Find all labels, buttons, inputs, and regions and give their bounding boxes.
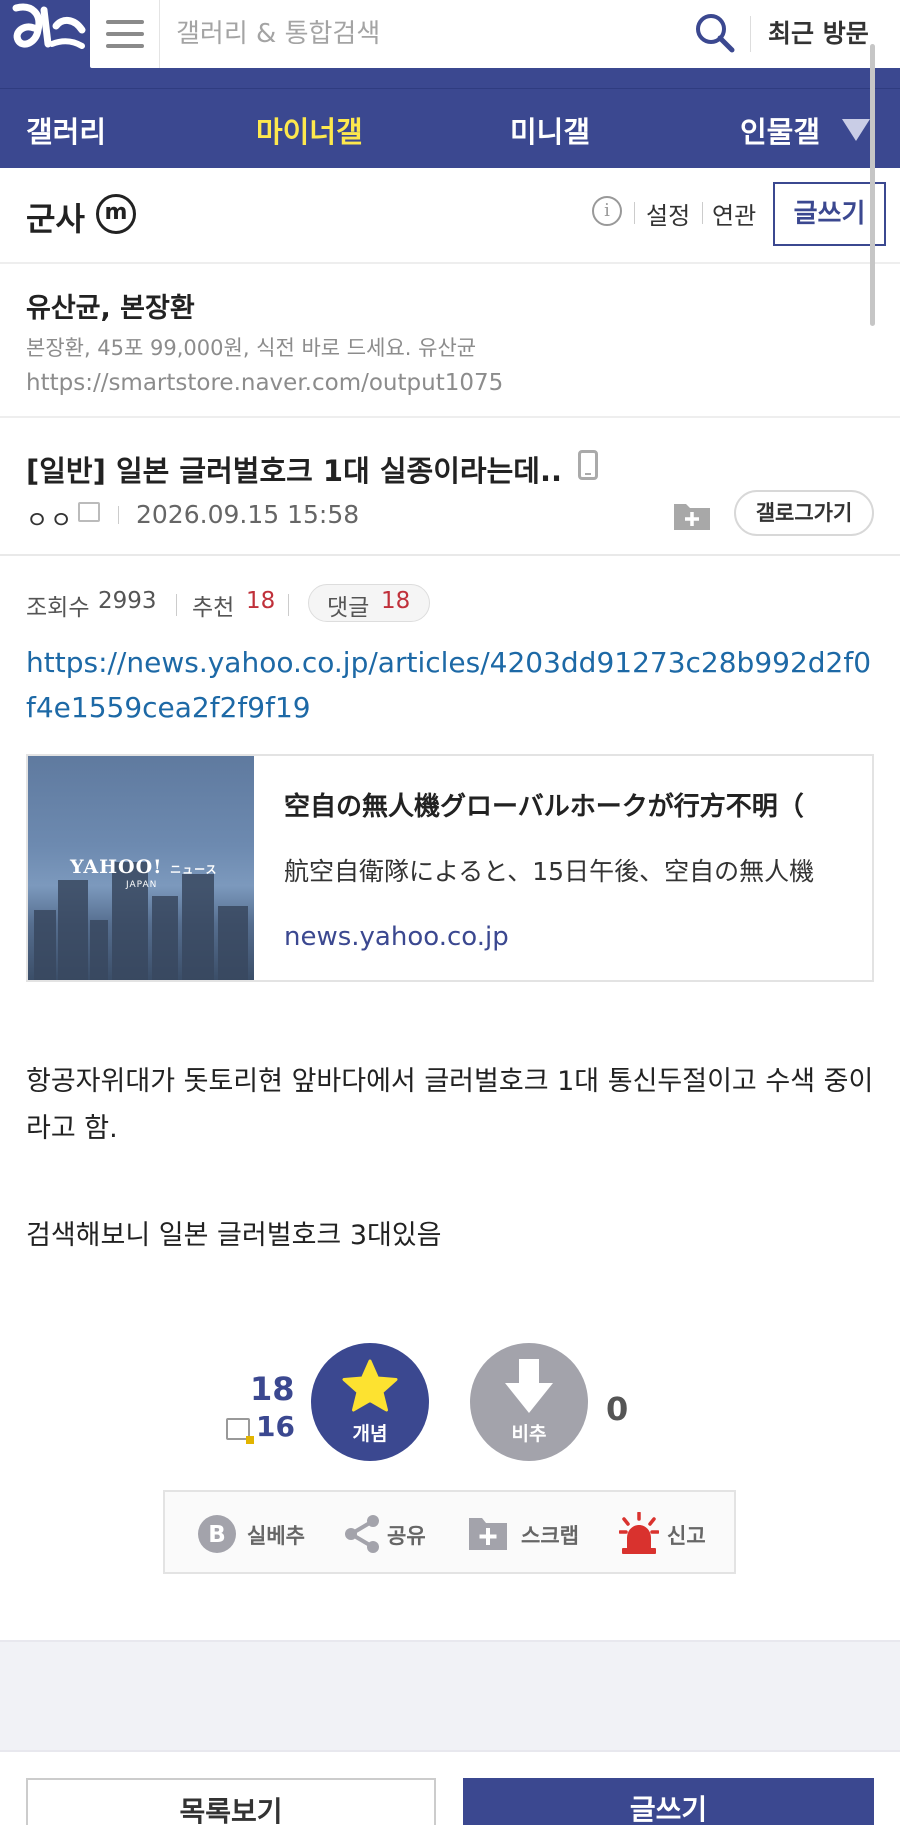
- divider: [750, 16, 751, 52]
- views-count: 2993: [98, 588, 157, 614]
- dc-logo-icon[interactable]: [8, 0, 88, 60]
- link-preview-card[interactable]: YAHOO! ニュース JAPAN 空自の無人機グローバルホークが行方不明（ 航…: [26, 754, 874, 982]
- ad-description[interactable]: 본장환, 45포 99,000원, 식전 바로 드세요. 유산균: [26, 332, 476, 362]
- divider: [702, 202, 703, 224]
- mobile-icon: [578, 450, 598, 480]
- comment-count-button[interactable]: 댓글 18: [308, 584, 430, 622]
- bottom-write-button[interactable]: 글쓰기: [463, 1778, 874, 1825]
- settings-link[interactable]: 설정: [646, 196, 690, 231]
- yahoo-news-logo: YAHOO! ニュース: [70, 856, 218, 878]
- share-label: 공유: [387, 1524, 426, 1548]
- nav-item-minor-gallery[interactable]: 마이너갤: [256, 109, 363, 151]
- hamburger-menu-icon[interactable]: [90, 0, 160, 68]
- post-author[interactable]: ㅇㅇ: [26, 500, 74, 535]
- folder-add-icon: [469, 1518, 507, 1550]
- divider: [176, 594, 177, 616]
- chevron-down-icon[interactable]: [842, 119, 870, 141]
- nav-item-gallery[interactable]: 갤러리: [26, 109, 106, 151]
- post-date: 2026.09.15 15:58: [136, 500, 360, 529]
- fixed-upvote-count: 16: [256, 1410, 295, 1443]
- yahoo-japan-sub: JAPAN: [126, 880, 158, 890]
- info-icon[interactable]: i: [592, 196, 622, 226]
- minor-gallery-badge-icon: m: [96, 194, 136, 234]
- related-gallery-link[interactable]: 연관: [712, 196, 756, 231]
- preview-title[interactable]: 空自の無人機グローバルホークが行方不明（: [284, 786, 852, 823]
- upvote-button[interactable]: 개념: [311, 1343, 429, 1461]
- search-icon[interactable]: [692, 10, 738, 56]
- downvote-count: 0: [606, 1390, 629, 1428]
- views-label: 조회수: [26, 595, 90, 621]
- ad-banner[interactable]: 유산균, 본장환 본장환, 45포 99,000원, 식전 바로 드세요. 유산…: [0, 264, 900, 418]
- upvote-count: 18: [250, 1370, 295, 1408]
- post-body-paragraph: 검색해보니 일본 글러벌호크 3대있음: [26, 1220, 442, 1251]
- recommend-label: 추천: [192, 595, 235, 621]
- ad-title[interactable]: 유산균, 본장환: [26, 286, 195, 325]
- search-bar: 최근 방문: [90, 0, 900, 68]
- best-recommend-label: 실베추: [247, 1524, 305, 1548]
- folder-add-icon[interactable]: [672, 498, 712, 532]
- nav-item-person-gallery[interactable]: 인물갤: [740, 109, 820, 151]
- gallery-header: 군사 m i 설정 연관 글쓰기: [0, 168, 900, 264]
- post-action-bar: B 실베추 공유 스크랩 신고: [163, 1490, 736, 1574]
- section-divider-band: [0, 1640, 900, 1752]
- recommend-count: 18: [246, 588, 276, 614]
- nav-item-mini-gallery[interactable]: 미니갤: [510, 109, 590, 151]
- best-b-icon: B: [198, 1515, 236, 1553]
- preview-description[interactable]: 航空自衛隊によると、15日午後、空自の無人機: [284, 852, 852, 888]
- post-header: [일반] 일본 글러벌호크 1대 실종이라는데.. ㅇㅇ 2026.09.15 …: [0, 418, 900, 556]
- share-icon: [345, 1515, 379, 1553]
- article-link[interactable]: https://news.yahoo.co.jp/articles/4203dd…: [26, 640, 876, 730]
- downvote-label: 비추: [511, 1423, 547, 1445]
- scrap-label: 스크랩: [521, 1524, 579, 1548]
- list-view-button[interactable]: 목록보기: [26, 1778, 436, 1825]
- divider: [118, 506, 119, 524]
- post-stats: 조회수 2993 추천 18 댓글 18: [26, 584, 876, 624]
- gallery-type-nav: 갤러리 마이너갤 미니갤 인물갤: [0, 88, 900, 168]
- search-input[interactable]: [176, 12, 716, 56]
- divider: [288, 594, 289, 616]
- scrap-button[interactable]: 스크랩: [467, 1512, 587, 1556]
- divider: [634, 202, 635, 224]
- svg-text:B: B: [208, 1522, 226, 1548]
- post-body-paragraph: 항공자위대가 돗토리현 앞바다에서 글러벌호크 1대 통신두절이고 수색 중이라…: [26, 1066, 874, 1144]
- comment-label: 댓글: [327, 595, 370, 621]
- report-button[interactable]: 신고: [619, 1512, 719, 1556]
- siren-icon: [619, 1512, 659, 1554]
- share-button[interactable]: 공유: [343, 1512, 429, 1556]
- downvote-button[interactable]: 비추: [470, 1343, 588, 1461]
- upvote-label: 개념: [352, 1423, 388, 1445]
- ad-url[interactable]: https://smartstore.naver.com/output1075: [26, 370, 503, 396]
- comment-count: 18: [381, 588, 411, 614]
- page-scrollbar[interactable]: [870, 44, 875, 326]
- preview-domain[interactable]: news.yahoo.co.jp: [284, 922, 509, 952]
- gallog-button[interactable]: 갤로그가기: [734, 490, 874, 536]
- fixed-nick-icon: [78, 502, 100, 522]
- top-bar: 최근 방문: [0, 0, 900, 88]
- report-label: 신고: [667, 1524, 706, 1548]
- star-icon: [342, 1359, 398, 1412]
- fixed-nick-icon: [226, 1418, 254, 1444]
- preview-thumbnail: YAHOO! ニュース JAPAN: [28, 756, 254, 980]
- gallery-title[interactable]: 군사: [26, 194, 85, 240]
- post-title: [일반] 일본 글러벌호크 1대 실종이라는데..: [26, 454, 562, 488]
- arrow-down-icon: [505, 1359, 553, 1413]
- recent-visit-button[interactable]: 최근 방문: [768, 14, 869, 50]
- best-recommend-button[interactable]: B 실베추: [197, 1512, 307, 1556]
